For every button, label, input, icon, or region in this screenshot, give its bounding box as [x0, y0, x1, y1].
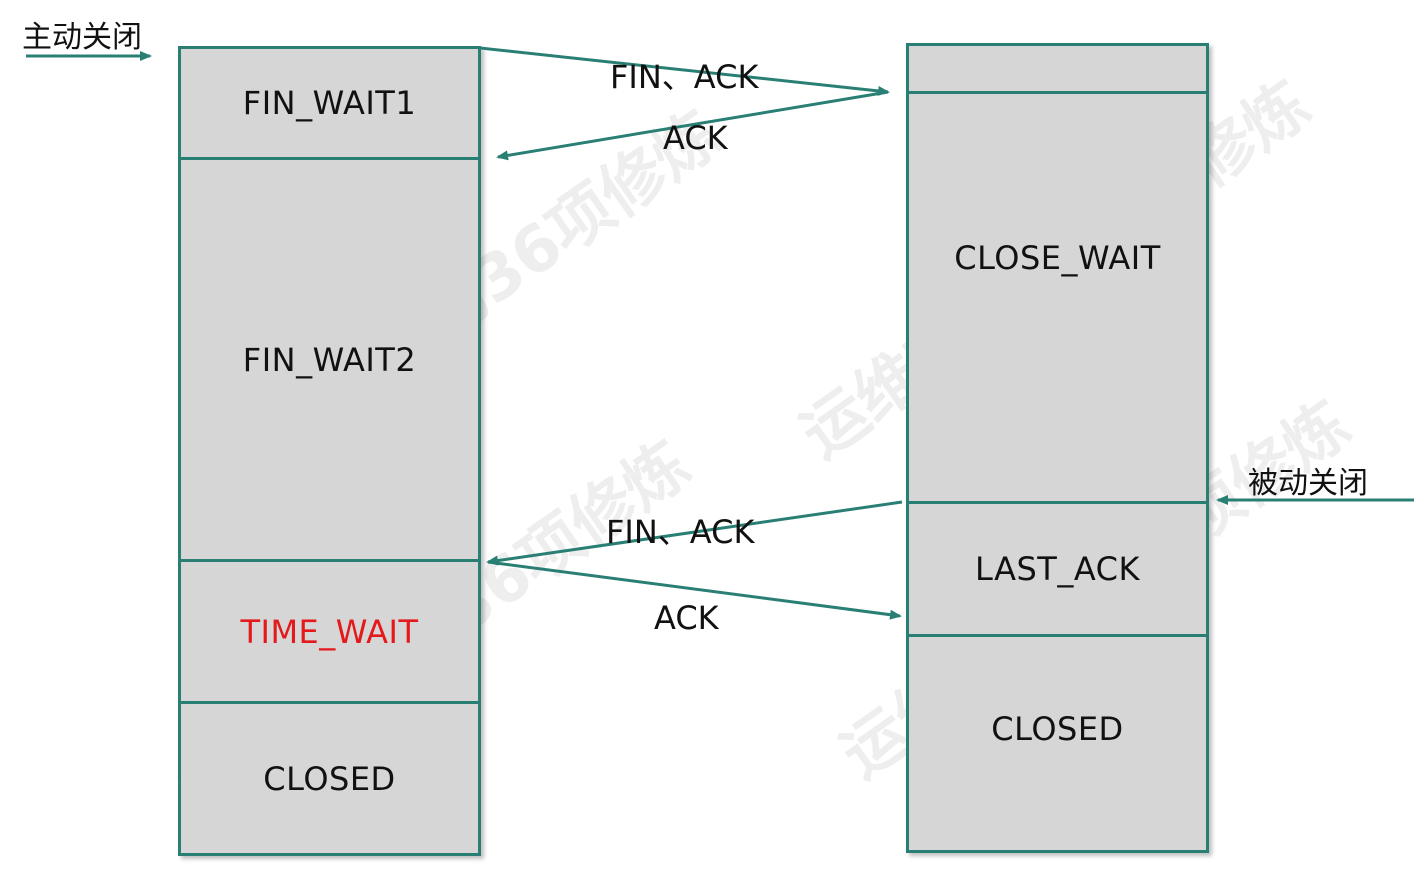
- first-ack-label: ACK: [663, 119, 728, 157]
- passive-closer-column: CLOSE_WAIT LAST_ACK CLOSED: [906, 43, 1209, 853]
- active-closer-column: FIN_WAIT1 FIN_WAIT2 TIME_WAIT CLOSED: [178, 46, 481, 856]
- state-closed-right: CLOSED: [909, 634, 1206, 850]
- state-last-ack: LAST_ACK: [909, 501, 1206, 634]
- second-ack-label: ACK: [654, 599, 719, 637]
- state-top-blank: [909, 46, 1206, 91]
- state-label: CLOSED: [991, 709, 1124, 748]
- state-close-wait: CLOSE_WAIT: [909, 91, 1206, 501]
- state-label: FIN_WAIT1: [242, 84, 417, 122]
- state-closed-left: CLOSED: [181, 701, 478, 853]
- state-label: CLOSE_WAIT: [954, 238, 1161, 277]
- state-fin-wait2: FIN_WAIT2: [181, 157, 478, 559]
- state-time-wait: TIME_WAIT: [181, 559, 478, 701]
- passive-close-label: 被动关闭: [1248, 466, 1368, 501]
- state-label: LAST_ACK: [975, 550, 1140, 588]
- state-label: CLOSED: [263, 759, 396, 798]
- state-fin-wait1: FIN_WAIT1: [181, 49, 478, 157]
- second-fin-label: FIN、ACK: [606, 513, 755, 551]
- first-fin-label: FIN、ACK: [610, 58, 759, 96]
- active-close-label: 主动关闭: [22, 20, 142, 55]
- state-label: TIME_WAIT: [240, 612, 419, 651]
- state-label: FIN_WAIT2: [242, 340, 417, 379]
